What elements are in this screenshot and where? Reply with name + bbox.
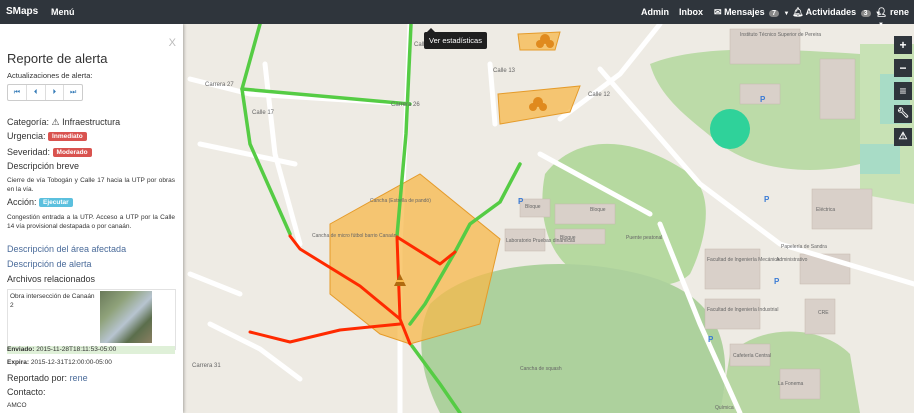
updates-pager: ⏮ ⏴ ⏵ ⏭ xyxy=(7,84,83,101)
street-label: Calle 12 xyxy=(588,92,611,98)
first-update-button[interactable]: ⏮ xyxy=(8,85,27,100)
category-label: Categoría: xyxy=(7,117,50,127)
brand-logo[interactable]: SMaps xyxy=(6,6,38,17)
messages-label: Mensajes xyxy=(724,7,765,17)
chevron-down-icon: ▼ xyxy=(783,11,790,17)
poi-label: Eléctrica xyxy=(816,207,835,213)
poi-label: Química xyxy=(715,405,734,411)
admin-link[interactable]: Admin xyxy=(641,7,669,17)
activities-count-badge: 3 xyxy=(860,10,871,17)
chevron-down-icon: ▼ xyxy=(878,22,884,28)
urgency-badge: Inmediato xyxy=(48,132,87,141)
poi-label: Administrativo xyxy=(776,257,808,263)
reported-label: Reportado por: xyxy=(7,373,68,383)
poi-label: Instituto Técnico Superior de Pereira xyxy=(740,32,821,38)
stats-tooltip: Ver estadísticas xyxy=(424,28,487,49)
panel-title: Reporte de alerta xyxy=(7,51,108,66)
severity-label: Severidad: xyxy=(7,147,51,157)
next-update-button[interactable]: ⏵ xyxy=(46,85,65,100)
poi-label: Bloque xyxy=(525,204,541,210)
poi-label: Cancha de squash xyxy=(520,366,562,372)
contact-value: AMCO xyxy=(7,402,27,409)
user-icon: 👤︎ xyxy=(876,7,888,17)
poi-label: Bloque xyxy=(590,207,606,213)
parking-icon: P xyxy=(764,195,770,204)
poi-label: Papelería de Sandra xyxy=(781,244,827,250)
user-dropdown[interactable]: 👤︎ rene ▼ xyxy=(876,7,914,28)
alert-report-panel: X Reporte de alerta Actualizaciones de a… xyxy=(0,24,183,413)
user-name: rene xyxy=(889,7,909,17)
last-update-button[interactable]: ⏭ xyxy=(64,85,82,100)
app-window: SMaps Menú Admin Inbox ✉ Mensajes 7 ▼ 🔔︎… xyxy=(0,0,914,413)
action-label: Acción: xyxy=(7,197,37,207)
action-badge: Ejecutar xyxy=(39,198,73,207)
action-row: Acción: Ejecutar xyxy=(7,197,73,207)
expires-label: Expira: xyxy=(7,359,30,366)
zoom-out-button[interactable]: − xyxy=(894,59,912,77)
poi-label: Facultad de Ingeniería Industrial xyxy=(707,307,778,313)
brief-text: Cierre de vía Tobogán y Calle 17 hacia l… xyxy=(7,177,175,193)
street-label: Carrera 26 xyxy=(391,102,420,108)
activities-label: Actividades xyxy=(805,7,857,17)
reporter-link[interactable]: rene xyxy=(70,373,88,383)
street-label: Calle 17 xyxy=(252,110,275,116)
area-description-link[interactable]: Descripción del área afectada xyxy=(7,244,126,254)
reported-row: Reportado por: rene xyxy=(7,373,88,383)
bell-icon: 🔔︎ xyxy=(792,7,804,17)
poi-label: CRE xyxy=(818,310,829,316)
expires-row: Expira: 2015-12-31T12:00:00-05:00 xyxy=(7,359,112,366)
poi-label: La Fonema xyxy=(778,381,804,387)
warning-icon[interactable]: ⚠ xyxy=(894,128,912,146)
severity-badge: Moderado xyxy=(52,148,92,157)
street-label: Carrera 31 xyxy=(192,363,221,369)
poi-label: Facultad de Ingeniería Mecánica xyxy=(707,257,780,263)
severity-row: Severidad: Moderado xyxy=(7,147,92,157)
files-label: Archivos relacionados xyxy=(7,274,96,284)
related-file-card[interactable]: Obra intersección de Canaán 2 xyxy=(7,289,176,350)
poi-label: Cafetería Central xyxy=(733,353,771,359)
poi-label: Bloque xyxy=(560,235,576,241)
messages-dropdown[interactable]: ✉ Mensajes 7 ▼ xyxy=(714,7,789,18)
file-name: Obra intersección de Canaán 2 xyxy=(10,293,95,309)
roadwork-icon: ⚠ xyxy=(51,117,60,127)
top-navbar: SMaps Menú Admin Inbox ✉ Mensajes 7 ▼ 🔔︎… xyxy=(0,0,914,28)
parking-icon: P xyxy=(518,197,524,206)
category-value: Infraestructura xyxy=(62,117,121,127)
contact-label: Contacto: xyxy=(7,387,46,397)
close-panel-button[interactable]: X xyxy=(169,37,176,49)
urgency-row: Urgencia: Inmediato xyxy=(7,131,87,141)
updates-label: Actualizaciones de alerta: xyxy=(7,71,93,80)
poi-label: Cancha (Estrella de pandó) xyxy=(370,198,431,204)
menu-link[interactable]: Menú xyxy=(51,7,75,17)
map-toolbar: + − ≡ 🔧︎ ⚠ xyxy=(894,36,912,151)
activities-dropdown[interactable]: 🔔︎ Actividades 3 ▼ xyxy=(792,7,881,18)
parking-icon: P xyxy=(760,95,766,104)
wrench-icon[interactable]: 🔧︎ xyxy=(894,105,912,123)
urgency-label: Urgencia: xyxy=(7,131,46,141)
file-thumbnail[interactable] xyxy=(100,291,152,343)
prev-update-button[interactable]: ⏴ xyxy=(27,85,46,100)
layers-menu-button[interactable]: ≡ xyxy=(894,82,912,100)
category-row: Categoría: ⚠ Infraestructura xyxy=(7,117,120,128)
poi-label: Cancha de micro fútbol barrio Canaán xyxy=(312,233,397,239)
alert-description-link[interactable]: Descripción de alerta xyxy=(7,259,92,269)
street-label: Carrera 27 xyxy=(205,82,234,88)
envelope-icon: ✉ xyxy=(714,7,722,17)
inbox-link[interactable]: Inbox xyxy=(679,7,703,17)
action-text: Congestión entrada a la UTP. Acceso a UT… xyxy=(7,214,175,230)
street-label: Calle 13 xyxy=(493,68,516,74)
brief-label: Descripción breve xyxy=(7,161,80,171)
parking-icon: P xyxy=(774,277,780,286)
sent-row: Enviado: 2015-11-28T18:11:53-05:00 xyxy=(7,346,175,354)
sent-label: Enviado: xyxy=(7,346,35,353)
messages-count-badge: 7 xyxy=(769,10,780,17)
parking-icon: P xyxy=(708,335,714,344)
expires-value: 2015-12-31T12:00:00-05:00 xyxy=(30,359,112,366)
sent-value: 2015-11-28T18:11:53-05:00 xyxy=(36,346,117,353)
zoom-in-button[interactable]: + xyxy=(894,36,912,54)
poi-label: Puente peatonal xyxy=(626,235,662,241)
